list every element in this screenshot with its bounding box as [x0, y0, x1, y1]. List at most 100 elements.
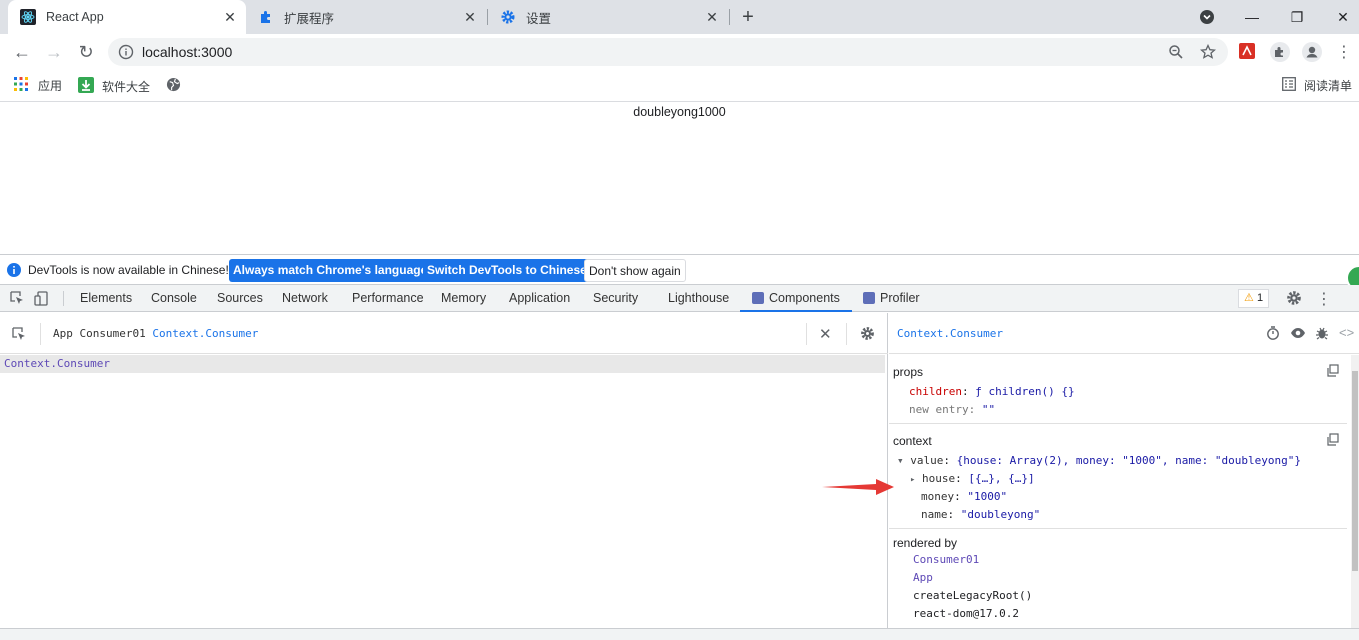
tree-row-selected[interactable]: Context.Consumer: [0, 355, 885, 373]
react-icon: [863, 292, 875, 304]
prop-row[interactable]: children: ƒ children() {}: [909, 385, 1075, 398]
tab-components[interactable]: Components: [740, 285, 852, 312]
apps-grid-icon: [14, 77, 28, 94]
divider: [846, 323, 847, 345]
close-window-button[interactable]: ✕: [1331, 6, 1355, 28]
select-element-icon[interactable]: [12, 327, 27, 345]
divider: [40, 323, 41, 345]
context-house-row[interactable]: ▸ house: [{…}, {…}]: [910, 472, 1035, 485]
tab-extensions[interactable]: 扩展程序 ✕: [246, 0, 486, 34]
inspect-element-icon[interactable]: [10, 291, 25, 309]
warning-count-badge[interactable]: ⚠ 1: [1238, 289, 1270, 308]
bookmark-software[interactable]: 软件大全: [78, 77, 150, 96]
annotation-arrow: [822, 479, 894, 495]
tab-performance[interactable]: Performance: [352, 285, 424, 312]
more-options-icon[interactable]: ⋮: [1316, 289, 1332, 309]
tree-settings-gear-icon[interactable]: [860, 326, 875, 344]
new-tab-button[interactable]: +: [737, 6, 759, 28]
profile-avatar-icon[interactable]: [1302, 42, 1322, 62]
rendered-by-item[interactable]: App: [913, 571, 933, 584]
switch-to-chinese-button[interactable]: Switch DevTools to Chinese: [423, 259, 591, 282]
tab-settings[interactable]: 设置 ✕: [488, 0, 728, 34]
rendered-by-item: createLegacyRoot(): [913, 589, 1033, 602]
toolbar-divider: [63, 291, 64, 306]
bookmark-star-icon[interactable]: [1199, 43, 1217, 60]
side-panel-scrollbar[interactable]: [1351, 355, 1359, 628]
tab-search-icon[interactable]: [1195, 6, 1219, 28]
restore-button[interactable]: ❐: [1285, 6, 1309, 28]
forward-arrow-icon[interactable]: →: [42, 40, 66, 64]
zoom-icon[interactable]: [1168, 44, 1184, 60]
console-drawer-bar: [0, 628, 1359, 640]
address-bar[interactable]: localhost:3000: [108, 38, 1228, 66]
breadcrumb-item[interactable]: Consumer01: [80, 327, 146, 340]
url-text: localhost:3000: [142, 44, 233, 60]
react-icon: [20, 9, 36, 25]
context-name-row[interactable]: name: "doubleyong": [921, 508, 1040, 521]
prop-row-new-entry[interactable]: new entry: "": [909, 403, 995, 416]
reading-list-button[interactable]: 阅读清单: [1282, 77, 1352, 94]
divider: [806, 323, 807, 345]
eye-icon[interactable]: [1290, 326, 1306, 343]
extensions-puzzle-icon[interactable]: [1270, 42, 1290, 62]
bookmark-globe[interactable]: [166, 77, 181, 95]
warning-icon: ⚠: [1244, 292, 1254, 304]
context-value-row[interactable]: ▾ value: {house: Array(2), money: "1000"…: [897, 454, 1301, 467]
bug-icon[interactable]: [1315, 326, 1329, 343]
tab-security[interactable]: Security: [593, 285, 638, 312]
info-icon[interactable]: [118, 44, 134, 60]
tab-network[interactable]: Network: [282, 285, 328, 312]
copy-props-icon[interactable]: [1326, 364, 1339, 380]
more-menu-icon[interactable]: ⋮: [1334, 42, 1354, 62]
bookmarks-bar: 应用 软件大全 阅读清单: [0, 70, 1359, 102]
tab-title: 设置: [526, 11, 552, 26]
tab-title: React App: [46, 10, 104, 24]
close-search-icon[interactable]: ✕: [819, 325, 832, 343]
device-toolbar-icon[interactable]: [34, 291, 49, 309]
back-arrow-icon[interactable]: ←: [10, 40, 34, 64]
always-match-language-button[interactable]: Always match Chrome's language: [229, 259, 432, 282]
tab-sources[interactable]: Sources: [217, 285, 263, 312]
reading-list-icon: [1282, 77, 1296, 94]
infobar-message: DevTools is now available in Chinese!: [28, 263, 229, 277]
download-icon: [78, 77, 94, 96]
breadcrumb-item-selected[interactable]: Context.Consumer: [152, 327, 258, 340]
collapsed-arrow-icon: ▸: [910, 475, 916, 485]
tab-profiler[interactable]: Profiler: [863, 285, 920, 312]
browser-toolbar: ← → ↻ localhost:3000 ⋮: [0, 34, 1359, 70]
minimize-button[interactable]: —: [1240, 6, 1264, 28]
close-icon[interactable]: ✕: [704, 9, 720, 25]
scrollbar-thumb[interactable]: [1352, 371, 1358, 571]
view-source-icon[interactable]: <>: [1339, 325, 1354, 340]
breadcrumb: App Consumer01 Context.Consumer: [53, 327, 258, 340]
reload-icon[interactable]: ↻: [74, 40, 98, 64]
selected-component-title: Context.Consumer: [897, 327, 1003, 340]
tab-elements[interactable]: Elements: [80, 285, 132, 312]
expanded-arrow-icon: ▾: [897, 454, 904, 467]
tab-title: 扩展程序: [284, 11, 335, 26]
copy-context-icon[interactable]: [1326, 433, 1339, 449]
rendered-by-item[interactable]: Consumer01: [913, 553, 979, 566]
react-icon: [752, 292, 764, 304]
tab-console[interactable]: Console: [151, 285, 197, 312]
tab-memory[interactable]: Memory: [441, 285, 486, 312]
dont-show-again-button[interactable]: Don't show again: [584, 259, 686, 282]
settings-gear-icon[interactable]: [1286, 290, 1302, 309]
puzzle-icon: [258, 9, 274, 25]
stopwatch-icon[interactable]: [1266, 326, 1280, 343]
side-header: Context.Consumer <>: [889, 313, 1359, 354]
devtools-tabbar: Elements Console Sources Network Perform…: [0, 285, 1359, 312]
close-icon[interactable]: ✕: [222, 9, 238, 25]
component-tree-panel: App Consumer01 Context.Consumer ✕ Contex…: [0, 313, 888, 628]
inspected-element-panel: Context.Consumer <> props children: ƒ ch…: [889, 313, 1359, 628]
tab-lighthouse[interactable]: Lighthouse: [668, 285, 729, 312]
close-icon[interactable]: ✕: [462, 9, 478, 25]
globe-icon: [166, 77, 181, 95]
bookmark-apps[interactable]: 应用: [14, 77, 62, 94]
tab-application[interactable]: Application: [509, 285, 570, 312]
context-money-row[interactable]: money: "1000": [921, 490, 1007, 503]
tab-react-app[interactable]: React App ✕: [8, 0, 246, 34]
extension-red-icon[interactable]: [1238, 42, 1258, 62]
page-text: doubleyong1000: [633, 105, 726, 119]
breadcrumb-item[interactable]: App: [53, 327, 73, 340]
